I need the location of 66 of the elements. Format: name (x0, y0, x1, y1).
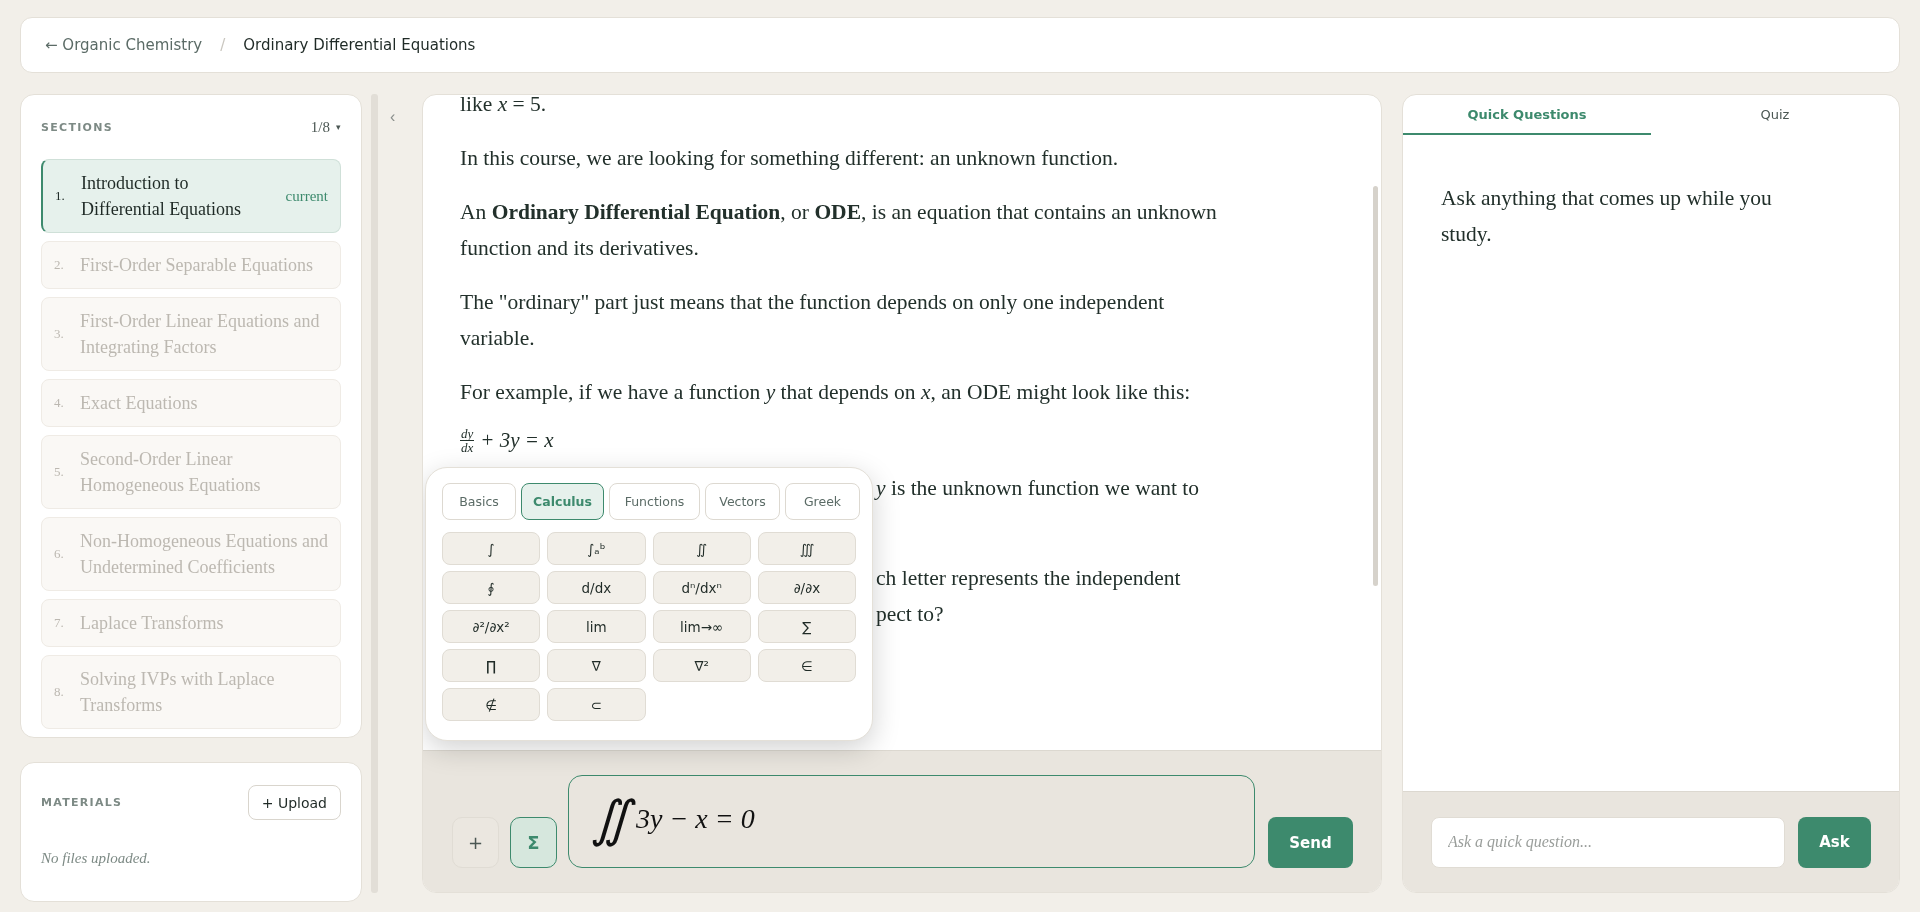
symbol-key[interactable]: ∈ (757, 649, 856, 682)
symbol-key[interactable]: ∂/∂x (757, 571, 856, 604)
section-number: 5. (54, 463, 65, 481)
symbol-key[interactable]: ∬ (652, 532, 751, 565)
symbol-key[interactable]: ⊂ (547, 688, 646, 721)
intro-message: Ask anything that comes up while you study. (1441, 186, 1772, 246)
upload-button[interactable]: + Upload (247, 785, 341, 820)
lesson-paragraph: For example, if we have a function y that depends on x, an ODE might look like this: (460, 379, 1192, 406)
palette-tab[interactable]: Basics (442, 483, 516, 520)
back-link[interactable]: ← Organic Chemistry (45, 36, 203, 54)
palette-tab[interactable]: Functions (609, 483, 700, 520)
section-title: Solving IVPs with Laplace Transforms (80, 668, 276, 717)
section-title: Exact Equations (80, 392, 199, 415)
section-title: Introduction to Differential Equations (81, 172, 243, 221)
symbol-key[interactable]: ∉ (442, 688, 541, 721)
section-number: 6. (54, 545, 65, 563)
section-title: First-Order Separable Equations (80, 254, 314, 277)
symbol-key[interactable]: lim→∞ (652, 610, 751, 643)
section-number: 8. (54, 683, 65, 701)
palette-tab[interactable]: Vectors (705, 483, 780, 520)
symbol-key[interactable]: ∫ₐᵇ (547, 532, 646, 565)
section-counter-dropdown[interactable]: 1/8 ▾ (310, 118, 341, 136)
section-title: First-Order Linear Equations and Integrating Factors (80, 310, 321, 359)
section-number: 1. (55, 187, 66, 205)
section-title: Second-Order Linear Homogeneous Equations (80, 448, 262, 497)
symbol-key[interactable]: ∇² (652, 649, 751, 682)
panel-tab[interactable]: Quiz (1651, 95, 1899, 135)
lesson-text-line: y is the unknown function we want to (876, 475, 1201, 502)
current-label: current (285, 187, 328, 206)
symbol-key[interactable]: ∫ (442, 532, 541, 565)
attach-button[interactable]: + (452, 817, 499, 868)
section-number: 2. (54, 256, 65, 274)
symbol-key[interactable]: ∇ (547, 649, 646, 682)
empty-materials-message: No files uploaded. (41, 850, 152, 867)
ask-button[interactable]: Ask (1798, 816, 1871, 868)
sections-heading: SECTIONS (41, 120, 113, 134)
materials-heading: MATERIALS (41, 796, 123, 809)
symbol-key[interactable]: lim (547, 610, 646, 643)
lesson-text-line: ch letter represents the independent (876, 565, 1182, 592)
section-title: Non-Homogeneous Equations and Undetermined Coefficients (80, 530, 328, 579)
palette-tab[interactable]: Greek (785, 483, 860, 520)
symbol-key[interactable]: ∑ (757, 610, 856, 643)
dropdown-caret-icon: ▾ (336, 122, 341, 132)
lesson-paragraph: The "ordinary" part just means that the function depends on only one independent variable. (460, 289, 1166, 352)
section-item[interactable]: 1. Introduction to Differential Equations current (41, 159, 341, 233)
section-title: Laplace Transforms (80, 612, 225, 635)
symbol-key[interactable]: ∂²/∂x² (442, 610, 541, 643)
symbol-key[interactable]: ∭ (757, 532, 856, 565)
symbol-key[interactable]: ∮ (442, 571, 541, 604)
lesson-paragraph: like x = 5. (460, 95, 548, 118)
panel-tab[interactable]: Quick Questions (1403, 95, 1651, 135)
current-page-title: Ordinary Differential Equations (243, 36, 476, 54)
section-number: 4. (54, 394, 65, 412)
lesson-text-line: pect to? (876, 601, 945, 628)
section-number: 3. (54, 325, 65, 343)
section-number: 7. (54, 614, 65, 632)
breadcrumb-separator: / (220, 36, 226, 54)
symbol-key[interactable]: d/dx (547, 571, 646, 604)
lesson-paragraph: An Ordinary Differential Equation, or ODE, is an equation that contains an unknown function and its derivatives. (460, 199, 1218, 262)
symbol-key[interactable]: ∏ (442, 649, 541, 682)
symbol-key[interactable]: dⁿ/dxⁿ (652, 571, 751, 604)
lesson-paragraph: In this course, we are looking for something different: an unknown function. (460, 145, 1120, 172)
send-button[interactable]: Send (1268, 817, 1353, 868)
scrollbar-thumb[interactable] (1373, 186, 1378, 586)
question-input-field[interactable]: Ask a quick question... (1431, 816, 1785, 868)
palette-tab[interactable]: Calculus (521, 483, 604, 520)
